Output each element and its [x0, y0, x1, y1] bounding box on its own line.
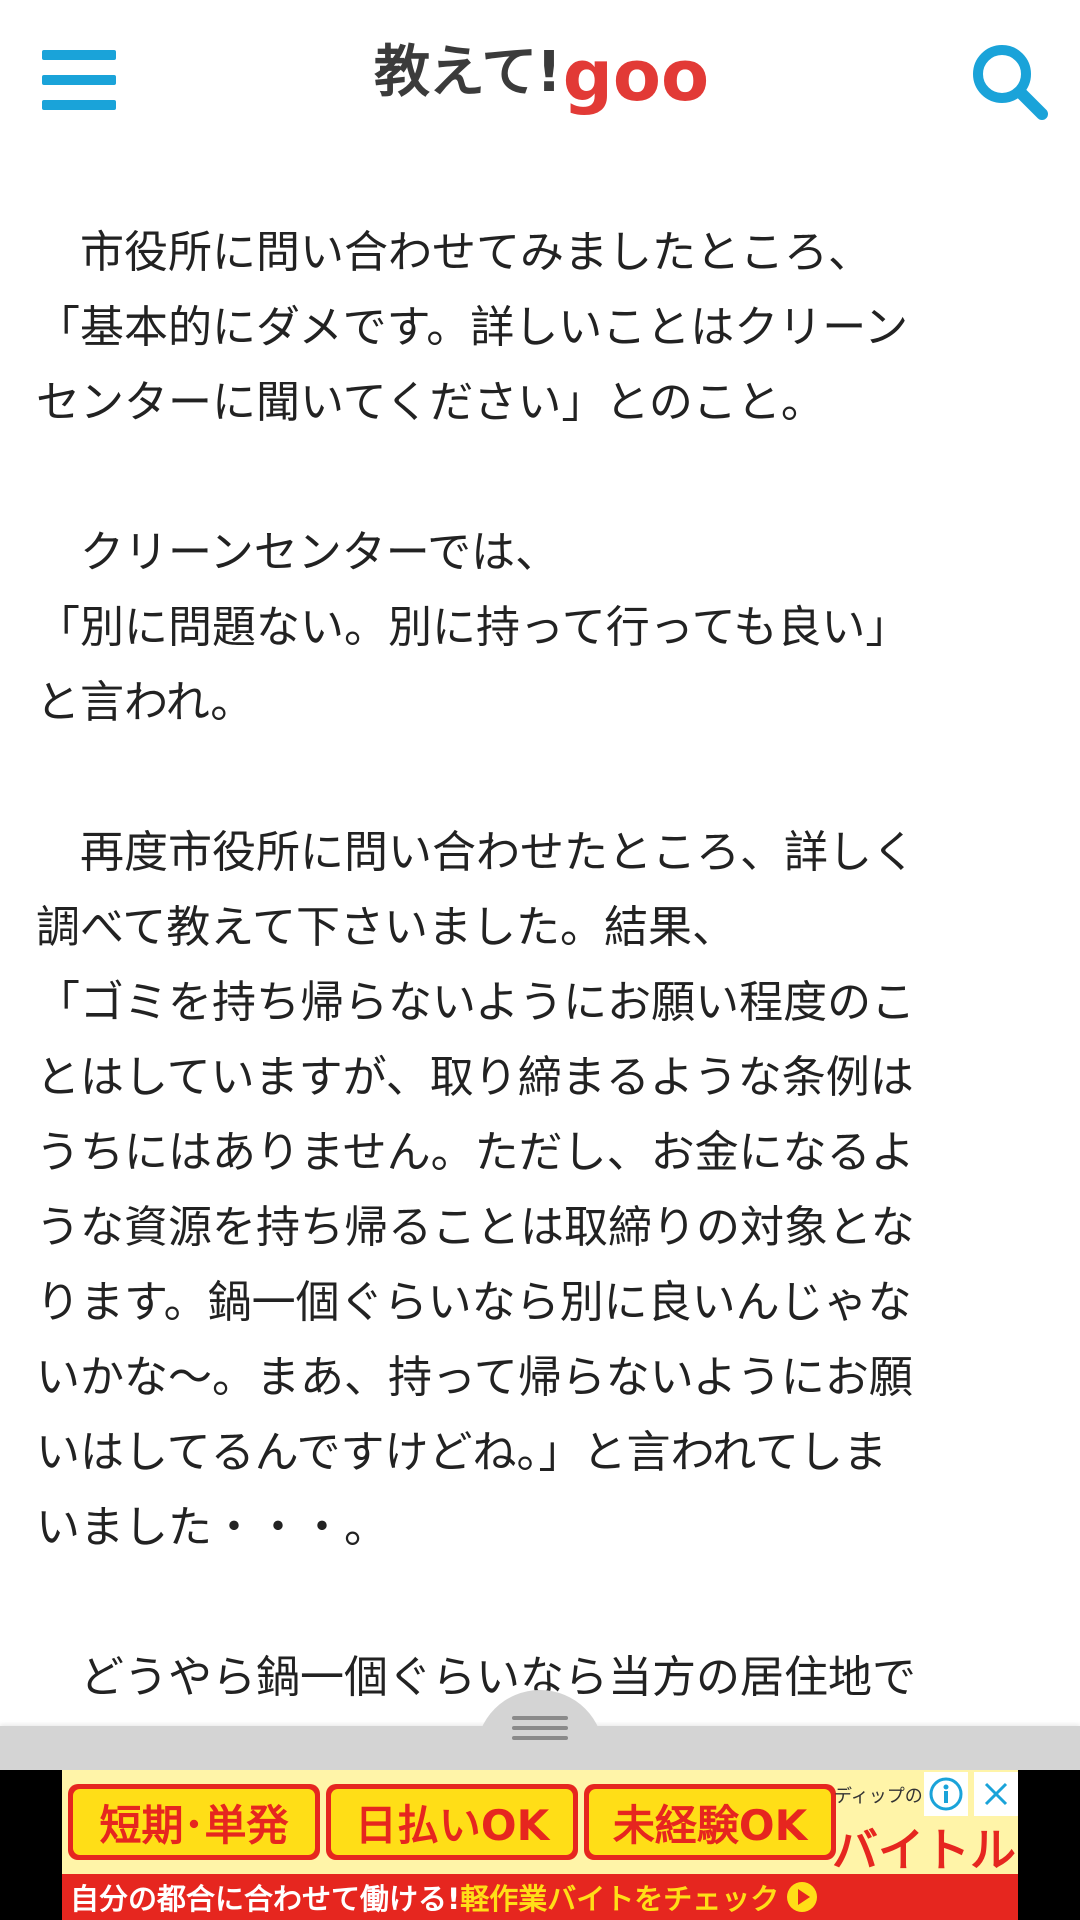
- ad-chip-no-experience: 未経験OK: [584, 1784, 836, 1860]
- text-line: 再度市役所に問い合わせたところ、詳しく: [36, 827, 916, 878]
- hamburger-menu-icon[interactable]: [42, 50, 116, 112]
- paragraph: 市役所に問い合わせてみましたところ、 「基本的にダメです。詳しいことはクリーン セン…: [36, 215, 1044, 440]
- ad-chip-label: 短期･単発: [73, 1789, 315, 1855]
- text-line: ります。鍋一個ぐらいなら別に良いんじゃな: [36, 1277, 912, 1328]
- ad-brand-logo: バイトル: [832, 1823, 1016, 1877]
- ad-tagline: 自分の都合に合わせて働ける!: [70, 1882, 461, 1916]
- logo-text: 教えて!: [374, 40, 562, 105]
- text-line: いはしてるんですけどね。」と言われてしま: [36, 1427, 887, 1478]
- top-header: 教えて! goo: [0, 0, 1080, 160]
- ad-container: 短期･単発 日払いOK 未経験OK ディップの バイトル 自分の都合に合わせて働…: [0, 1770, 1080, 1920]
- ad-tagline-strip: 自分の都合に合わせて働ける! 軽作業バイトをチェック: [62, 1874, 1018, 1920]
- close-icon[interactable]: [974, 1772, 1018, 1816]
- ad-chip-short-term: 短期･単発: [68, 1784, 320, 1860]
- ad-brand-caption: ディップの: [834, 1786, 923, 1807]
- text-line: 市役所に問い合わせてみましたところ、: [36, 227, 872, 278]
- info-icon[interactable]: [924, 1772, 968, 1816]
- text-line: 調べて教えて下さいました。結果、: [36, 902, 737, 953]
- paragraph: クリーンセンターでは、「別に問題ない。別に持って行っても良い」 と言われ。: [36, 515, 1044, 740]
- text-line: とはしていますが、取り締まるような条例は: [36, 1052, 914, 1103]
- text-line: センターに聞いてください」とのこと。: [36, 377, 825, 428]
- text-line: と言われ。: [36, 677, 255, 728]
- text-line: 「基本的にダメです。詳しいことはクリーン: [36, 302, 909, 353]
- logo-goo-text: goo: [562, 35, 710, 117]
- text-line: 「別に問題ない。別に持って行っても良い」: [36, 602, 910, 653]
- ad-chip-label: 未経験OK: [589, 1789, 831, 1855]
- text-line: いました・・・。: [36, 1502, 388, 1553]
- text-line: クリーンセンターでは、: [36, 527, 560, 578]
- site-logo[interactable]: 教えて! goo: [374, 34, 710, 117]
- text-line: 「ゴミを持ち帰らないようにお願い程度のこ: [36, 977, 916, 1028]
- search-icon[interactable]: [968, 40, 1050, 122]
- answer-body: 市役所に問い合わせてみましたところ、 「基本的にダメです。詳しいことはクリーン セン…: [36, 215, 1044, 1790]
- text-line: うな資源を持ち帰ることは取締りの対象とな: [36, 1202, 915, 1253]
- play-arrow-icon: [787, 1882, 818, 1912]
- ad-cta: 軽作業バイトをチェック: [460, 1882, 780, 1916]
- text-line: いかな〜。まあ、持って帰らないようにお願: [36, 1352, 913, 1403]
- ad-chip-label: 日払いOK: [331, 1789, 573, 1855]
- paragraph: 再度市役所に問い合わせたところ、詳しく 調べて教えて下さいました。結果、「ゴミを持…: [36, 815, 1044, 1565]
- ad-chip-daily-pay: 日払いOK: [326, 1784, 578, 1860]
- ad-banner[interactable]: 短期･単発 日払いOK 未経験OK ディップの バイトル 自分の都合に合わせて働…: [62, 1770, 1018, 1920]
- text-line: うちにはありません。ただし、お金になるよ: [36, 1127, 915, 1178]
